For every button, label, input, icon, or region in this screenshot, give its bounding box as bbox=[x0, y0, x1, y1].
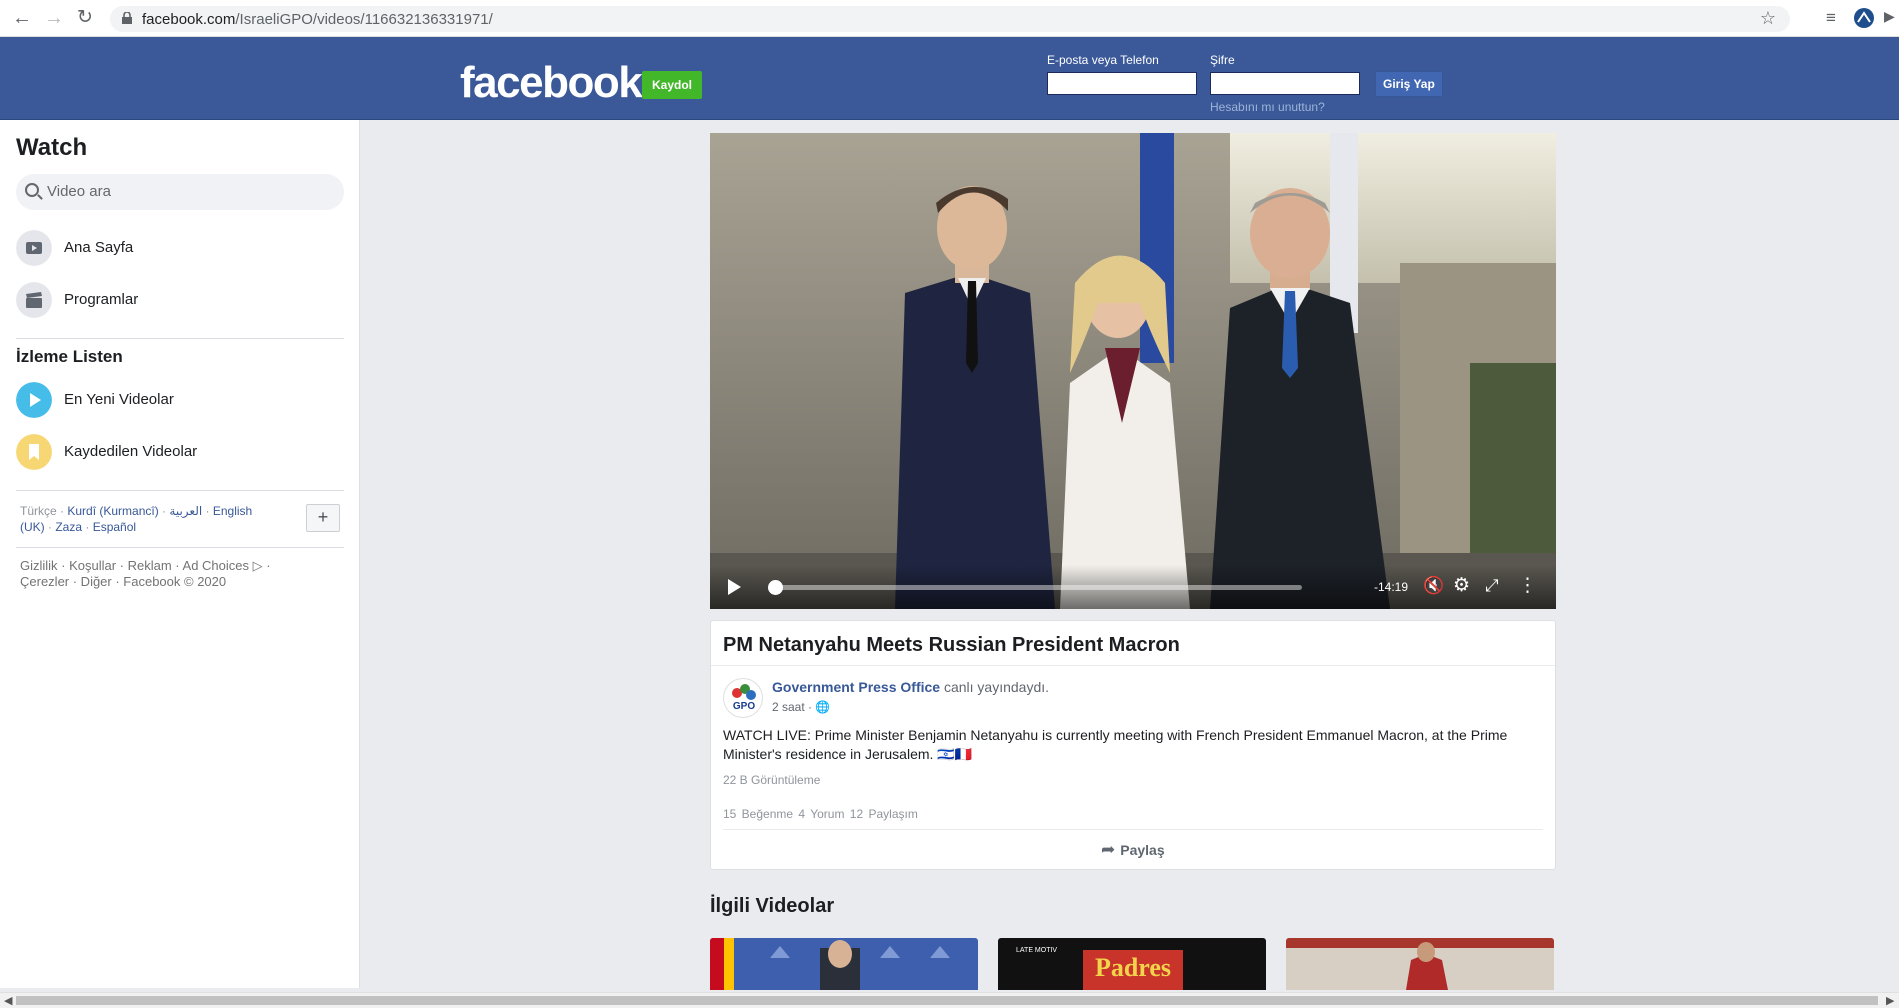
footer-links: Gizlilik · Koşullar · Reklam · Ad Choice… bbox=[20, 558, 320, 590]
play-icon[interactable] bbox=[728, 579, 741, 595]
sidebar-item-saved-videos[interactable]: Kaydedilen Videolar bbox=[16, 432, 346, 472]
avatar[interactable]: GPO bbox=[723, 678, 763, 718]
email-field[interactable] bbox=[1047, 72, 1197, 95]
video-info-card: PM Netanyahu Meets Russian President Mac… bbox=[710, 620, 1556, 870]
related-video-thumb[interactable] bbox=[710, 938, 978, 990]
sidebar-item-label: Programlar bbox=[64, 291, 139, 308]
avatar-text: GPO bbox=[733, 701, 755, 712]
sidebar-item-home[interactable]: Ana Sayfa bbox=[16, 228, 346, 268]
mute-icon[interactable]: 🔇 bbox=[1423, 576, 1444, 596]
divider bbox=[723, 829, 1543, 830]
scroll-left-icon[interactable]: ◀ bbox=[4, 994, 12, 1007]
thumb-image bbox=[1286, 938, 1554, 990]
globe-icon: 🌐 bbox=[815, 700, 831, 714]
thumb-image: LATE MOTIV Padres bbox=[998, 938, 1266, 990]
related-videos-title: İlgili Videolar bbox=[710, 895, 835, 917]
language-link[interactable]: Zaza bbox=[55, 520, 82, 534]
login-button[interactable]: Giriş Yap bbox=[1375, 71, 1443, 97]
bookmark-star-icon[interactable]: ☆ bbox=[1760, 8, 1776, 29]
back-icon[interactable]: ← bbox=[12, 8, 32, 28]
extension-icon[interactable] bbox=[1853, 7, 1875, 29]
reload-icon[interactable]: ↻ bbox=[77, 8, 93, 28]
scroll-right-icon[interactable]: ▶ bbox=[1886, 994, 1894, 1007]
sidebar-title: Watch bbox=[16, 134, 88, 161]
password-field[interactable] bbox=[1210, 72, 1360, 95]
gpo-logo-icon: GPO bbox=[732, 684, 756, 712]
post-author-line: Government Press Office canlı yayındaydı… bbox=[772, 679, 1049, 695]
email-label: E-posta veya Telefon bbox=[1047, 53, 1159, 67]
related-video-thumb[interactable] bbox=[1286, 938, 1554, 990]
share-label: Paylaş bbox=[1120, 842, 1165, 858]
sidebar-item-label: Kaydedilen Videolar bbox=[64, 443, 198, 460]
password-label: Şifre bbox=[1210, 53, 1235, 67]
divider bbox=[16, 490, 344, 491]
divider bbox=[711, 665, 1555, 666]
footer-line[interactable]: Gizlilik · Koşullar · Reklam · Ad Choice… bbox=[20, 558, 320, 574]
signup-button[interactable]: Kaydol bbox=[642, 71, 703, 99]
lock-icon bbox=[122, 12, 132, 24]
sidebar-item-label: Ana Sayfa bbox=[64, 239, 134, 256]
thumb-tag: LATE MOTIV bbox=[1016, 947, 1057, 954]
more-options-icon[interactable]: ⋮ bbox=[1518, 576, 1537, 596]
more-languages-button[interactable]: + bbox=[306, 504, 340, 532]
progress-knob[interactable] bbox=[768, 580, 783, 595]
language-link[interactable]: العربية bbox=[169, 504, 202, 518]
play-circle-icon bbox=[16, 382, 52, 418]
video-controls: -14:19 🔇 ⚙ ⤢ ⋮ bbox=[710, 565, 1556, 609]
language-link[interactable]: Kurdî (Kurmancî) bbox=[67, 504, 158, 518]
watch-sidebar: Watch Video ara Ana Sayfa Programlar İzl… bbox=[0, 120, 360, 988]
facebook-logo[interactable]: facebook bbox=[460, 61, 643, 105]
share-button[interactable]: ➦ Paylaş bbox=[1101, 840, 1165, 860]
post-description: WATCH LIVE: Prime Minister Benjamin Neta… bbox=[723, 727, 1508, 762]
forward-icon[interactable]: → bbox=[44, 8, 64, 28]
share-arrow-icon: ➦ bbox=[1101, 840, 1116, 859]
divider bbox=[16, 547, 344, 548]
thumb-title: Padres bbox=[1095, 953, 1171, 982]
comments-count[interactable]: 4 Yorum bbox=[798, 807, 844, 821]
settings-gear-icon[interactable]: ⚙ bbox=[1453, 576, 1470, 596]
page-name-link[interactable]: Government Press Office bbox=[772, 679, 940, 695]
thumb-image bbox=[710, 938, 978, 990]
video-player[interactable]: -14:19 🔇 ⚙ ⤢ ⋮ bbox=[710, 133, 1556, 609]
time-remaining: -14:19 bbox=[1374, 580, 1409, 594]
video-search[interactable]: Video ara bbox=[16, 174, 344, 210]
divider bbox=[16, 338, 344, 339]
facebook-header: facebook Kaydol E-posta veya Telefon Şif… bbox=[0, 37, 1899, 120]
post-action: canlı yayındaydı. bbox=[943, 679, 1050, 695]
fullscreen-icon[interactable]: ⤢ bbox=[1485, 576, 1499, 596]
language-current: Türkçe bbox=[20, 504, 57, 518]
browser-toolbar: ← → ↻ facebook.com/IsraeliGPO/videos/116… bbox=[0, 0, 1899, 37]
url-text: facebook.com/IsraeliGPO/videos/116632136… bbox=[142, 11, 493, 28]
reaction-stats: 15 Beğenme 4 Yorum 12 Paylaşım bbox=[723, 807, 918, 821]
watchlist-title: İzleme Listen bbox=[16, 347, 123, 366]
play-box-icon bbox=[16, 230, 52, 266]
search-input[interactable]: Video ara bbox=[47, 183, 111, 200]
video-frame bbox=[710, 133, 1556, 609]
reading-list-icon[interactable]: ≡ bbox=[1826, 8, 1836, 28]
sidebar-item-latest-videos[interactable]: En Yeni Videolar bbox=[16, 380, 346, 420]
post-time[interactable]: 2 saat · 🌐 bbox=[772, 700, 830, 714]
sidebar-item-shows[interactable]: Programlar bbox=[16, 280, 346, 320]
language-list: Türkçe · Kurdî (Kurmancî) · العربية · En… bbox=[20, 504, 253, 534]
search-icon bbox=[25, 183, 39, 197]
progress-bar[interactable] bbox=[768, 580, 1302, 595]
likes-count[interactable]: 15 Beğenme bbox=[723, 807, 793, 821]
video-title: PM Netanyahu Meets Russian President Mac… bbox=[723, 634, 1180, 656]
footer-line[interactable]: Çerezler · Diğer · Facebook © 2020 bbox=[20, 574, 320, 590]
menu-icon[interactable]: ▶ bbox=[1884, 8, 1895, 25]
shares-count[interactable]: 12 Paylaşım bbox=[850, 807, 918, 821]
horizontal-scrollbar[interactable]: ◀ ▶ bbox=[0, 992, 1899, 1008]
language-link[interactable]: Español bbox=[93, 520, 136, 534]
bookmark-icon bbox=[16, 434, 52, 470]
scrollbar-thumb[interactable] bbox=[16, 996, 1878, 1005]
clapperboard-icon bbox=[16, 282, 52, 318]
related-video-thumb[interactable]: LATE MOTIV Padres bbox=[998, 938, 1266, 990]
sidebar-item-label: En Yeni Videolar bbox=[64, 391, 174, 408]
address-bar[interactable]: facebook.com/IsraeliGPO/videos/116632136… bbox=[110, 6, 1790, 32]
forgot-password-link[interactable]: Hesabını mı unuttun? bbox=[1210, 100, 1325, 114]
view-count: 22 B Görüntüleme bbox=[723, 773, 821, 787]
